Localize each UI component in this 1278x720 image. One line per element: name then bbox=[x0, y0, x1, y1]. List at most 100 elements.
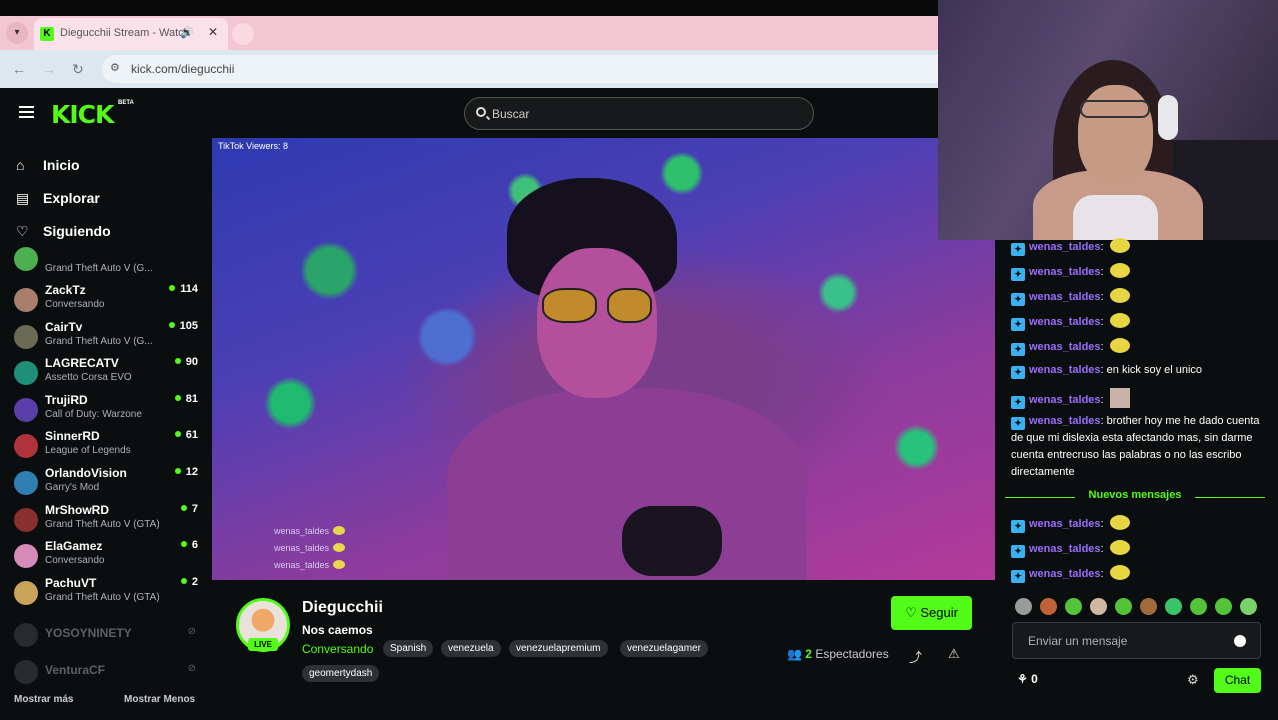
chat-text: en kick soy el unico bbox=[1106, 364, 1203, 376]
chat-message: ✦ wenas_taldes: bbox=[1011, 288, 1261, 306]
sidebar-channel-item[interactable]: MrShowRD Grand Theft Auto V (GTA) 7 bbox=[14, 503, 202, 539]
tab-search-chevron-icon[interactable]: ▾ bbox=[6, 22, 28, 44]
subscriber-badge-icon: ✦ bbox=[1011, 396, 1025, 409]
heart-icon: ♡ bbox=[16, 223, 29, 239]
chat-username[interactable]: wenas_taldes bbox=[1029, 341, 1101, 353]
subscriber-badge-icon: ✦ bbox=[1011, 520, 1025, 533]
quick-emote-icon[interactable] bbox=[1215, 598, 1232, 615]
viewer-count-value: 6 bbox=[191, 539, 198, 552]
quick-emote-icon[interactable] bbox=[1065, 598, 1082, 615]
tag-geomertydash[interactable]: geomertydash bbox=[302, 665, 380, 682]
tag-spanish[interactable]: Spanish bbox=[383, 640, 434, 657]
chat-username[interactable]: wenas_taldes bbox=[1029, 415, 1101, 427]
channel-name[interactable]: Diegucchii bbox=[302, 599, 383, 617]
heart-icon: ♡ bbox=[905, 605, 921, 620]
microphone bbox=[622, 506, 722, 576]
browse-icon: ▤ bbox=[16, 190, 30, 206]
channel-avatar bbox=[14, 361, 38, 386]
share-icon[interactable]: ⤴ bbox=[909, 647, 922, 666]
subscriber-badge-icon: ✦ bbox=[1011, 343, 1025, 356]
chat-send-button[interactable]: Chat bbox=[1214, 668, 1261, 693]
emoji-picker-icon[interactable] bbox=[1234, 635, 1246, 647]
sidebar-channel-item[interactable]: OrlandoVision Garry's Mod 12 bbox=[14, 466, 202, 502]
video-player[interactable]: TikTok Viewers: 8 wenas_taldes wenas_tal… bbox=[212, 138, 995, 580]
quick-emote-icon[interactable] bbox=[1090, 598, 1107, 615]
emote-icon bbox=[1109, 515, 1130, 530]
sidebar-channel-item[interactable]: SinnerRD League of Legends 61 bbox=[14, 429, 202, 465]
channel-viewers: 12 bbox=[174, 466, 198, 478]
quick-emote-icon[interactable] bbox=[1115, 598, 1132, 615]
quick-emote-icon[interactable] bbox=[1165, 598, 1182, 615]
chat-username[interactable]: wenas_taldes bbox=[1029, 518, 1101, 530]
sidebar-channel-item[interactable]: ZackTz Conversando 114 bbox=[14, 283, 202, 319]
subscriber-badge-icon: ✦ bbox=[1011, 293, 1025, 306]
chat-settings-gear-icon[interactable]: ⚙ bbox=[1187, 672, 1199, 688]
chat-username[interactable]: wenas_taldes bbox=[1029, 241, 1101, 253]
tab-audio-icon[interactable]: 🔊 bbox=[180, 26, 194, 39]
chat-username[interactable]: wenas_taldes bbox=[1029, 543, 1101, 555]
viewer-count: 👥 2 Espectadores bbox=[787, 647, 889, 661]
sidebar-channel-item[interactable]: TrujiRD Call of Duty: Warzone 81 bbox=[14, 393, 202, 429]
overlay-chat-line: wenas_taldes bbox=[274, 526, 346, 536]
quick-emote-icon[interactable] bbox=[1240, 598, 1257, 615]
sidebar-channel-item[interactable]: LAGRECATV Assetto Corsa EVO 90 bbox=[14, 356, 202, 392]
tiktok-viewers-overlay: TikTok Viewers: 8 bbox=[218, 141, 289, 151]
quick-emote-icon[interactable] bbox=[1190, 598, 1207, 615]
tag-venezuelapremium[interactable]: venezuelapremium bbox=[509, 640, 608, 657]
colon: : bbox=[1100, 394, 1104, 406]
quick-emote-icon[interactable] bbox=[1040, 598, 1057, 615]
search-input[interactable]: Buscar bbox=[464, 97, 814, 130]
forward-arrow-icon[interactable]: → bbox=[42, 61, 56, 77]
sidebar-channel-item[interactable]: PachuVT Grand Theft Auto V (GTA) 2 bbox=[14, 576, 202, 612]
chat-username[interactable]: wenas_taldes bbox=[1029, 266, 1101, 278]
tab-close-icon[interactable]: ✕ bbox=[208, 25, 218, 39]
chat-username[interactable]: wenas_taldes bbox=[1029, 364, 1101, 376]
chat-username[interactable]: wenas_taldes bbox=[1029, 568, 1101, 580]
follow-button[interactable]: ♡ Seguir bbox=[891, 596, 972, 630]
reload-icon[interactable]: ↻ bbox=[72, 61, 84, 78]
chat-username[interactable]: wenas_taldes bbox=[1029, 291, 1101, 303]
emote-quick-bar bbox=[1015, 598, 1265, 618]
back-arrow-icon[interactable]: ← bbox=[12, 61, 26, 77]
sidebar-channel-item[interactable]: ElaGamez Conversando 6 bbox=[14, 539, 202, 575]
stream-category-link[interactable]: Conversando bbox=[302, 642, 373, 656]
channel-avatar bbox=[14, 507, 38, 532]
quick-emote-icon[interactable] bbox=[1015, 598, 1032, 615]
menu-hamburger-icon[interactable] bbox=[19, 106, 34, 118]
subscriber-badge-icon: ✦ bbox=[1011, 318, 1025, 331]
live-dot-icon bbox=[180, 504, 187, 511]
new-messages-divider[interactable]: Nuevos mensajes bbox=[1005, 489, 1265, 505]
site-info-icon[interactable]: ⚙ bbox=[110, 61, 124, 75]
colon: : bbox=[1100, 568, 1104, 580]
url-field[interactable]: ⚙ kick.com/diegucchii bbox=[102, 55, 938, 83]
report-warning-icon[interactable]: ⚠ bbox=[948, 646, 960, 662]
sidebar-offline-channel[interactable]: VenturaCF ⊘ bbox=[14, 655, 202, 691]
subscriber-badge-icon: ✦ bbox=[1011, 545, 1025, 558]
live-dot-icon bbox=[174, 358, 181, 365]
channel-avatar bbox=[14, 623, 38, 647]
chat-message: ✦ wenas_taldes: bbox=[1011, 313, 1261, 331]
quick-emote-icon[interactable] bbox=[1140, 598, 1157, 615]
sidebar-offline-channel[interactable]: YOSOYNINETY ⊘ bbox=[14, 618, 202, 654]
offline-icon: ⊘ bbox=[187, 626, 196, 637]
chat-message-input[interactable]: Enviar un mensaje bbox=[1012, 622, 1261, 659]
stream-title: Nos caemos bbox=[302, 623, 373, 637]
browser-address-bar: ← → ↻ ⚙ kick.com/diegucchii bbox=[0, 50, 938, 88]
kick-logo[interactable]: KICK bbox=[51, 100, 114, 129]
sidebar-channel-item[interactable]: CairTv Grand Theft Auto V (G... 105 bbox=[14, 320, 202, 356]
tag-venezuelagamer[interactable]: venezuelagamer bbox=[620, 640, 708, 657]
chat-username[interactable]: wenas_taldes bbox=[1029, 394, 1101, 406]
chat-username[interactable]: wenas_taldes bbox=[1029, 316, 1101, 328]
new-tab-button[interactable] bbox=[232, 23, 254, 45]
channel-points[interactable]: ⚘ 0 bbox=[1017, 672, 1038, 686]
viewer-count-value: 81 bbox=[185, 392, 198, 405]
show-less-link[interactable]: Mostrar Menos bbox=[124, 694, 195, 705]
browser-tab-active[interactable]: K Diegucchii Stream - Watch 🔊 ✕ bbox=[34, 18, 228, 50]
channel-avatar bbox=[14, 397, 38, 422]
tag-venezuela[interactable]: venezuela bbox=[441, 640, 501, 657]
emote-icon bbox=[1109, 540, 1130, 555]
channel-viewers: 7 bbox=[180, 503, 198, 515]
show-more-link[interactable]: Mostrar más bbox=[14, 694, 73, 705]
chat-panel: ✦ wenas_taldes: ✦ wenas_taldes: ✦ wenas_tal… bbox=[995, 238, 1278, 720]
subscriber-badge-icon: ✦ bbox=[1011, 243, 1025, 256]
